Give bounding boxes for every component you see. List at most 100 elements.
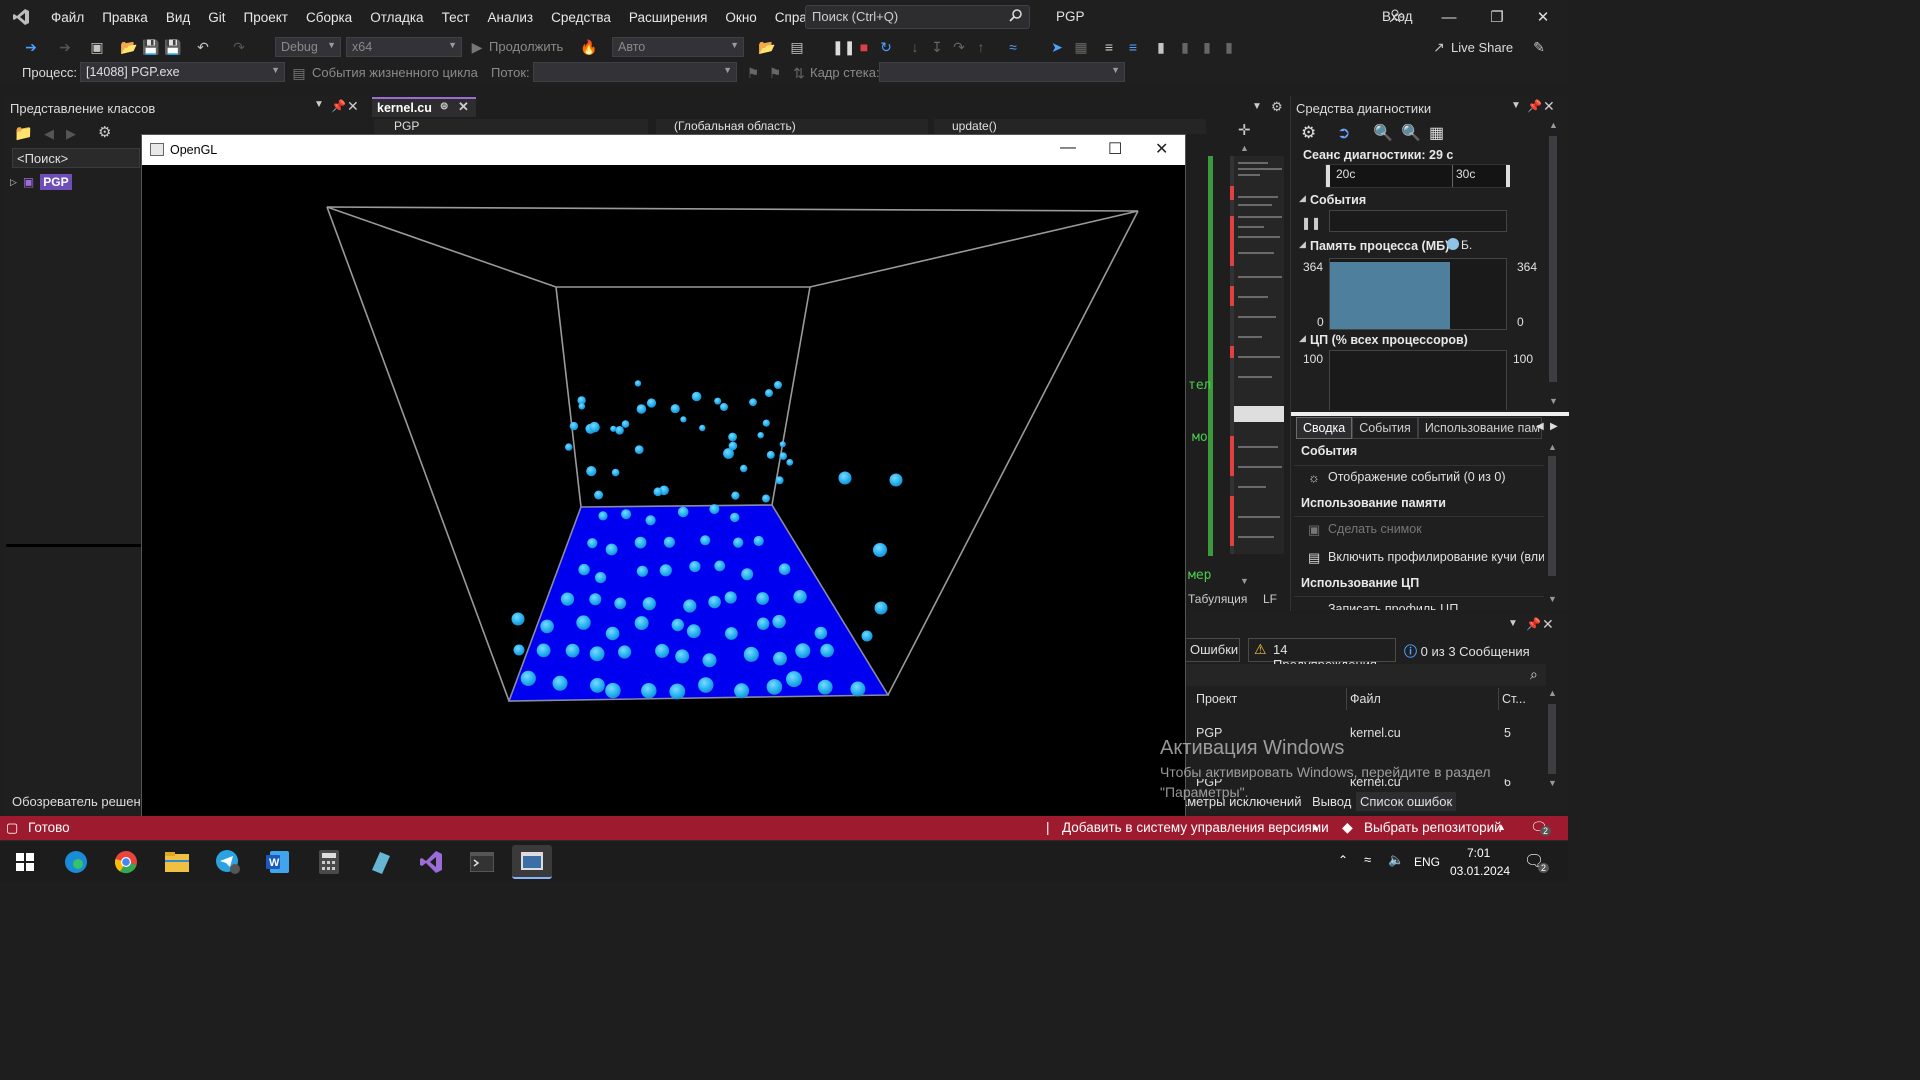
- bookmark-clear-icon[interactable]: ▮: [1220, 38, 1238, 56]
- col-project[interactable]: Проект: [1196, 692, 1237, 706]
- errlist-close-icon[interactable]: ✕: [1542, 616, 1554, 633]
- threads-icon[interactable]: ▦: [1072, 38, 1090, 56]
- step-into-icon[interactable]: ↓: [906, 38, 924, 56]
- tab-kernel-cu[interactable]: kernel.cu ⊜ ✕: [372, 97, 476, 117]
- memory-graph[interactable]: [1329, 258, 1507, 330]
- word-icon[interactable]: W: [258, 845, 298, 879]
- outdent-icon[interactable]: ≡: [1124, 38, 1142, 56]
- settings-gear-icon[interactable]: ⚙: [98, 123, 111, 141]
- close-button[interactable]: ✕: [1520, 0, 1566, 34]
- browse-icon[interactable]: 📂: [758, 38, 776, 56]
- tab-events[interactable]: События: [1352, 417, 1418, 439]
- process-select[interactable]: [14088] PGP.exe ▼: [80, 62, 285, 82]
- stack-frame-select[interactable]: ▼: [879, 62, 1125, 82]
- snapshot-button[interactable]: Сделать снимок: [1328, 522, 1422, 536]
- search-input[interactable]: Поиск (Ctrl+Q): [805, 5, 1030, 29]
- opengl-taskbar-icon[interactable]: [512, 845, 552, 879]
- clock-date[interactable]: 03.01.2024: [1450, 864, 1510, 878]
- pause-icon[interactable]: ❚❚: [832, 38, 855, 56]
- menu-build[interactable]: Сборка: [297, 10, 361, 25]
- opengl-window[interactable]: OpenGL — ☐ ✕: [141, 134, 1186, 827]
- add-to-source-control-button[interactable]: Добавить в систему управления версиями: [1062, 820, 1329, 835]
- diag-scroll-up-icon[interactable]: ▲: [1549, 120, 1558, 130]
- col-file[interactable]: Файл: [1350, 692, 1381, 706]
- flag-icon[interactable]: ⚑: [744, 64, 762, 82]
- calculator-icon[interactable]: [309, 845, 349, 879]
- menu-file[interactable]: Файл: [42, 10, 93, 25]
- tabs-next-icon[interactable]: ▶: [1550, 421, 1558, 432]
- nav-forward-icon[interactable]: ▶: [66, 126, 76, 142]
- save-all-icon[interactable]: 💾: [164, 38, 182, 56]
- collapse-cpu-icon[interactable]: ◢: [1299, 333, 1306, 344]
- diag-scrollbar[interactable]: ▲ ▼: [1547, 120, 1559, 410]
- expand-arrow-icon[interactable]: ▷: [10, 177, 17, 188]
- show-events-link[interactable]: Отображение событий (0 из 0): [1328, 470, 1505, 484]
- restart-icon[interactable]: ↻: [877, 38, 895, 56]
- menu-debug[interactable]: Отладка: [361, 10, 432, 25]
- minimize-button[interactable]: —: [1426, 0, 1472, 34]
- errlist-scrollbar[interactable]: ▲ ▼: [1546, 688, 1558, 792]
- timeline-start-handle[interactable]: [1326, 165, 1330, 187]
- new-project-icon[interactable]: ▣: [88, 38, 106, 56]
- scroll-up-icon[interactable]: ▲: [1240, 143, 1249, 153]
- errlist-pin-icon[interactable]: 📌: [1526, 617, 1541, 631]
- save-icon[interactable]: 💾: [142, 38, 160, 56]
- tab-pin-icon[interactable]: ⊜: [440, 101, 448, 112]
- summary-scroll-up-icon[interactable]: ▲: [1548, 442, 1557, 452]
- col-line[interactable]: Ст...: [1502, 692, 1526, 706]
- tabs-prev-icon[interactable]: ◀: [1536, 421, 1544, 432]
- step-over-icon[interactable]: ↧: [928, 38, 946, 56]
- opengl-titlebar[interactable]: OpenGL — ☐ ✕: [142, 135, 1185, 165]
- hot-reload-icon[interactable]: 🔥: [580, 38, 598, 56]
- opengl-maximize-button[interactable]: ☐: [1108, 139, 1122, 159]
- summary-scroll-thumb[interactable]: [1548, 456, 1556, 576]
- lifecycle-events-button[interactable]: События жизненного цикла: [312, 65, 478, 80]
- new-folder-icon[interactable]: 📁: [14, 124, 33, 142]
- errlist-search-input[interactable]: ⌕: [1186, 664, 1546, 686]
- diag-menu-icon[interactable]: ▼: [1511, 100, 1521, 111]
- feedback-icon[interactable]: ✎: [1530, 38, 1548, 56]
- split-editor-icon[interactable]: ✛: [1238, 121, 1251, 139]
- select-repository-button[interactable]: Выбрать репозиторий: [1364, 820, 1502, 835]
- redo-icon[interactable]: ↷: [230, 38, 248, 56]
- terminal-icon[interactable]: [462, 845, 502, 879]
- opengl-render-canvas[interactable]: [142, 165, 1185, 826]
- diag-pin-icon[interactable]: 📌: [1527, 99, 1542, 113]
- errlist-scroll-thumb[interactable]: [1548, 704, 1556, 774]
- nav-back-icon[interactable]: ◀: [44, 126, 54, 142]
- stack-icon[interactable]: ⇅: [790, 64, 808, 82]
- menu-analyze[interactable]: Анализ: [479, 10, 543, 25]
- editor-settings-icon[interactable]: ⚙: [1271, 99, 1283, 115]
- tab-list-icon[interactable]: ▼: [1252, 101, 1262, 112]
- heap-profiling-button[interactable]: Включить профилирование кучи (вли: [1328, 550, 1544, 564]
- diag-export-icon[interactable]: ➲: [1337, 123, 1350, 143]
- thread-select[interactable]: ▼: [533, 62, 737, 82]
- menu-test[interactable]: Тест: [433, 10, 479, 25]
- warnings-filter[interactable]: ⚠ 14 Предупреждения: [1248, 638, 1396, 672]
- nav-project-select[interactable]: PGP: [374, 119, 648, 134]
- snipping-tool-icon[interactable]: [360, 845, 400, 879]
- live-share-button[interactable]: Live Share: [1451, 40, 1513, 55]
- summary-scrollbar[interactable]: ▲ ▼: [1546, 440, 1558, 610]
- events-pause-icon[interactable]: ❚❚: [1301, 216, 1321, 230]
- splitter[interactable]: [6, 544, 141, 547]
- panel-menu-icon[interactable]: ▼: [314, 99, 324, 110]
- pointer-icon[interactable]: ➤: [1048, 38, 1066, 56]
- menu-edit[interactable]: Правка: [93, 10, 157, 25]
- language-indicator[interactable]: ENG: [1414, 855, 1440, 869]
- clock-time[interactable]: 7:01: [1467, 846, 1490, 860]
- menu-project[interactable]: Проект: [235, 10, 297, 25]
- tray-overflow-icon[interactable]: ⌃: [1338, 853, 1348, 867]
- forward-icon[interactable]: ➔: [56, 38, 74, 56]
- events-track[interactable]: [1329, 210, 1507, 232]
- zoom-in-icon[interactable]: 🔍: [1373, 123, 1393, 143]
- diag-scroll-thumb[interactable]: [1549, 136, 1557, 382]
- errors-filter[interactable]: Ошибки: [1182, 638, 1240, 662]
- reset-zoom-icon[interactable]: ▦: [1429, 123, 1444, 143]
- platform-select[interactable]: x64 ▼: [346, 37, 462, 57]
- collapse-memory-icon[interactable]: ◢: [1299, 239, 1306, 250]
- bookmark-next-icon[interactable]: ▮: [1198, 38, 1216, 56]
- maximize-button[interactable]: ❐: [1474, 0, 1520, 34]
- telegram-icon[interactable]: [208, 845, 248, 879]
- start-button[interactable]: [5, 845, 45, 879]
